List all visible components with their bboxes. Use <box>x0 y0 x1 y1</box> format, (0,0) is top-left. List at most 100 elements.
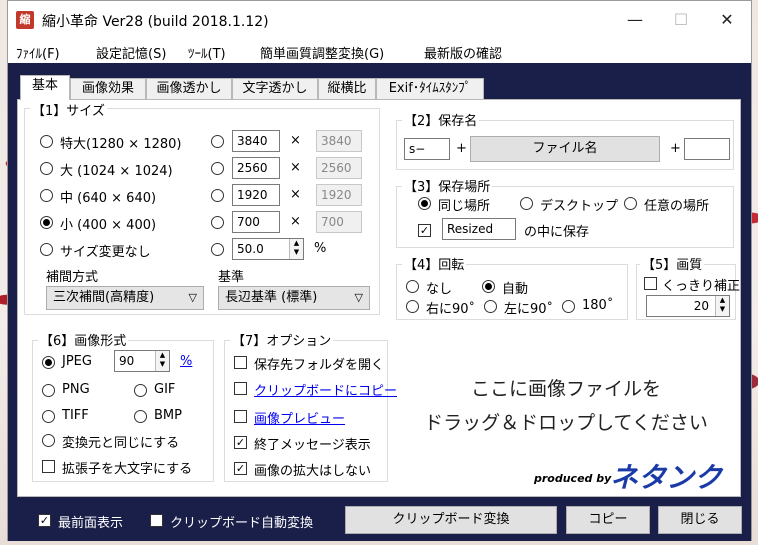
custom-width-3-input[interactable]: 1920 <box>232 184 280 206</box>
topmost-label: 最前面表示 <box>58 516 124 531</box>
times-sign: × <box>290 214 301 229</box>
size-large-label: 大 (1024 × 1024) <box>60 164 173 179</box>
tab-image-watermark[interactable]: 画像透かし <box>146 78 232 100</box>
topmost-checkbox[interactable]: ✓ <box>38 514 51 527</box>
interp-label: 補間方式 <box>46 270 99 285</box>
size-medium-radio[interactable] <box>40 189 53 202</box>
auto-clip-checkbox[interactable] <box>150 514 163 527</box>
open-folder-checkbox[interactable] <box>234 356 247 369</box>
open-folder-label: 保存先フォルダを開く <box>254 358 385 373</box>
percent-size-radio[interactable] <box>211 243 224 256</box>
same-place-radio[interactable] <box>418 197 431 210</box>
end-message-checkbox[interactable]: ✓ <box>234 436 247 449</box>
sharpen-checkbox[interactable] <box>644 277 657 290</box>
rotate-none-label: なし <box>426 282 453 297</box>
prefix-input[interactable]: s− <box>404 138 450 160</box>
tab-text-watermark[interactable]: 文字透かし <box>232 78 318 100</box>
copy-clipboard-link[interactable]: クリップボードにコピー <box>254 380 397 399</box>
basic-panel: 【1】サイズ 特大(1280 × 1280) 大 (1024 × 1024) 中… <box>17 99 741 497</box>
rotate-left-label: 左に90˚ <box>504 302 554 317</box>
same-format-label: 変換元と同じにする <box>62 436 180 451</box>
jpeg-percent-link[interactable]: % <box>180 354 192 369</box>
rotate-180-label: 180˚ <box>582 298 614 313</box>
interp-value: 三次補間(高精度) <box>53 290 155 305</box>
any-place-radio[interactable] <box>624 197 637 210</box>
rotate-left-radio[interactable] <box>484 300 497 313</box>
subfolder-suffix: の中に保存 <box>524 225 590 240</box>
tab-exif-timestamp[interactable]: Exif･ﾀｲﾑｽﾀﾝﾌﾟ <box>376 78 484 100</box>
produced-by-text: produced by <box>534 472 612 485</box>
no-enlarge-label: 画像の拡大はしない <box>254 464 372 479</box>
rotate-auto-label: 自動 <box>502 282 529 297</box>
preview-link[interactable]: 画像プレビュー <box>254 408 345 427</box>
copy-button[interactable]: コピー <box>566 506 650 534</box>
tab-basic[interactable]: 基本 <box>20 75 70 100</box>
custom-width-4-input[interactable]: 700 <box>232 211 280 233</box>
rotate-right-radio[interactable] <box>406 300 419 313</box>
quality-spinner[interactable]: ▲ ▼ <box>715 296 729 316</box>
custom-size-3-radio[interactable] <box>211 189 224 202</box>
times-sign: × <box>290 160 301 175</box>
gif-label: GIF <box>154 382 176 397</box>
menu-file[interactable]: ﾌｧｲﾙ(F) <box>16 43 60 62</box>
filename-button[interactable]: ファイル名 <box>470 136 660 162</box>
minimize-button[interactable]: — <box>612 1 658 39</box>
menu-tools[interactable]: ﾂｰﾙ(T) <box>188 43 226 62</box>
close-window-button[interactable]: ✕ <box>704 1 750 39</box>
basis-select[interactable]: 長辺基準 (標準) ▽ <box>218 286 370 310</box>
rotate-180-radio[interactable] <box>562 300 575 313</box>
basis-label: 基準 <box>218 270 245 285</box>
auto-clip-label: クリップボード自動変換 <box>170 516 314 531</box>
suffix-input[interactable] <box>684 138 730 160</box>
size-xlarge-radio[interactable] <box>40 135 53 148</box>
maximize-button[interactable]: ☐ <box>658 1 704 39</box>
custom-width-2-input[interactable]: 2560 <box>232 157 280 179</box>
menu-easy-quality[interactable]: 簡単画質調整変換(G) <box>260 43 384 62</box>
rotate-auto-radio[interactable] <box>482 280 495 293</box>
interp-select[interactable]: 三次補間(高精度) ▽ <box>46 286 204 310</box>
custom-size-4-radio[interactable] <box>211 216 224 229</box>
custom-size-1-radio[interactable] <box>211 135 224 148</box>
desktop-radio[interactable] <box>520 197 533 210</box>
drop-message-line2: ドラッグ＆ドロップしてください <box>424 412 708 434</box>
no-enlarge-checkbox[interactable]: ✓ <box>234 462 247 475</box>
tab-image-effect[interactable]: 画像効果 <box>70 78 146 100</box>
times-sign: × <box>290 187 301 202</box>
plus-sign: + <box>456 141 467 156</box>
jpeg-label: JPEG <box>62 354 92 369</box>
clipboard-convert-button[interactable]: クリップボード変換 <box>345 506 557 534</box>
same-format-radio[interactable] <box>42 434 55 447</box>
size-medium-label: 中 (640 × 640) <box>60 191 157 206</box>
app-window: 縮 縮小革命 Ver28 (build 2018.1.12) — ☐ ✕ ﾌｧｲ… <box>7 0 752 541</box>
menu-check-update[interactable]: 最新版の確認 <box>424 43 502 62</box>
menu-bar: ﾌｧｲﾙ(F) 設定記憶(S) ﾂｰﾙ(T) 簡単画質調整変換(G) 最新版の確… <box>8 39 751 63</box>
subfolder-checkbox[interactable]: ✓ <box>418 224 431 237</box>
size-large-radio[interactable] <box>40 162 53 175</box>
jpeg-quality-spinner[interactable]: ▲ ▼ <box>155 351 169 371</box>
copy-clipboard-checkbox[interactable] <box>234 382 247 395</box>
upper-ext-checkbox[interactable] <box>42 460 55 473</box>
tab-aspect-ratio[interactable]: 縦横比 <box>318 78 376 100</box>
size-xlarge-label: 特大(1280 × 1280) <box>60 137 182 152</box>
rotate-none-radio[interactable] <box>406 280 419 293</box>
jpeg-radio[interactable] <box>42 356 55 369</box>
close-button[interactable]: 閉じる <box>658 506 742 534</box>
custom-height-3-input: 1920 <box>316 184 362 206</box>
bmp-label: BMP <box>154 408 182 423</box>
tiff-radio[interactable] <box>42 410 55 423</box>
custom-width-1-input[interactable]: 3840 <box>232 130 280 152</box>
gif-radio[interactable] <box>134 384 147 397</box>
desktop-label: デスクトップ <box>540 199 619 214</box>
preview-checkbox[interactable] <box>234 410 247 423</box>
sharpen-label: くっきり補正 <box>662 279 741 294</box>
menu-settings-memory[interactable]: 設定記憶(S) <box>96 43 166 62</box>
subfolder-input[interactable]: Resized <box>442 218 516 240</box>
bmp-radio[interactable] <box>134 410 147 423</box>
custom-size-2-radio[interactable] <box>211 162 224 175</box>
percent-spinner[interactable]: ▲ ▼ <box>289 239 303 259</box>
size-small-radio[interactable] <box>40 216 53 229</box>
png-label: PNG <box>62 382 90 397</box>
same-place-label: 同じ場所 <box>438 199 491 214</box>
size-nochange-radio[interactable] <box>40 243 53 256</box>
png-radio[interactable] <box>42 384 55 397</box>
